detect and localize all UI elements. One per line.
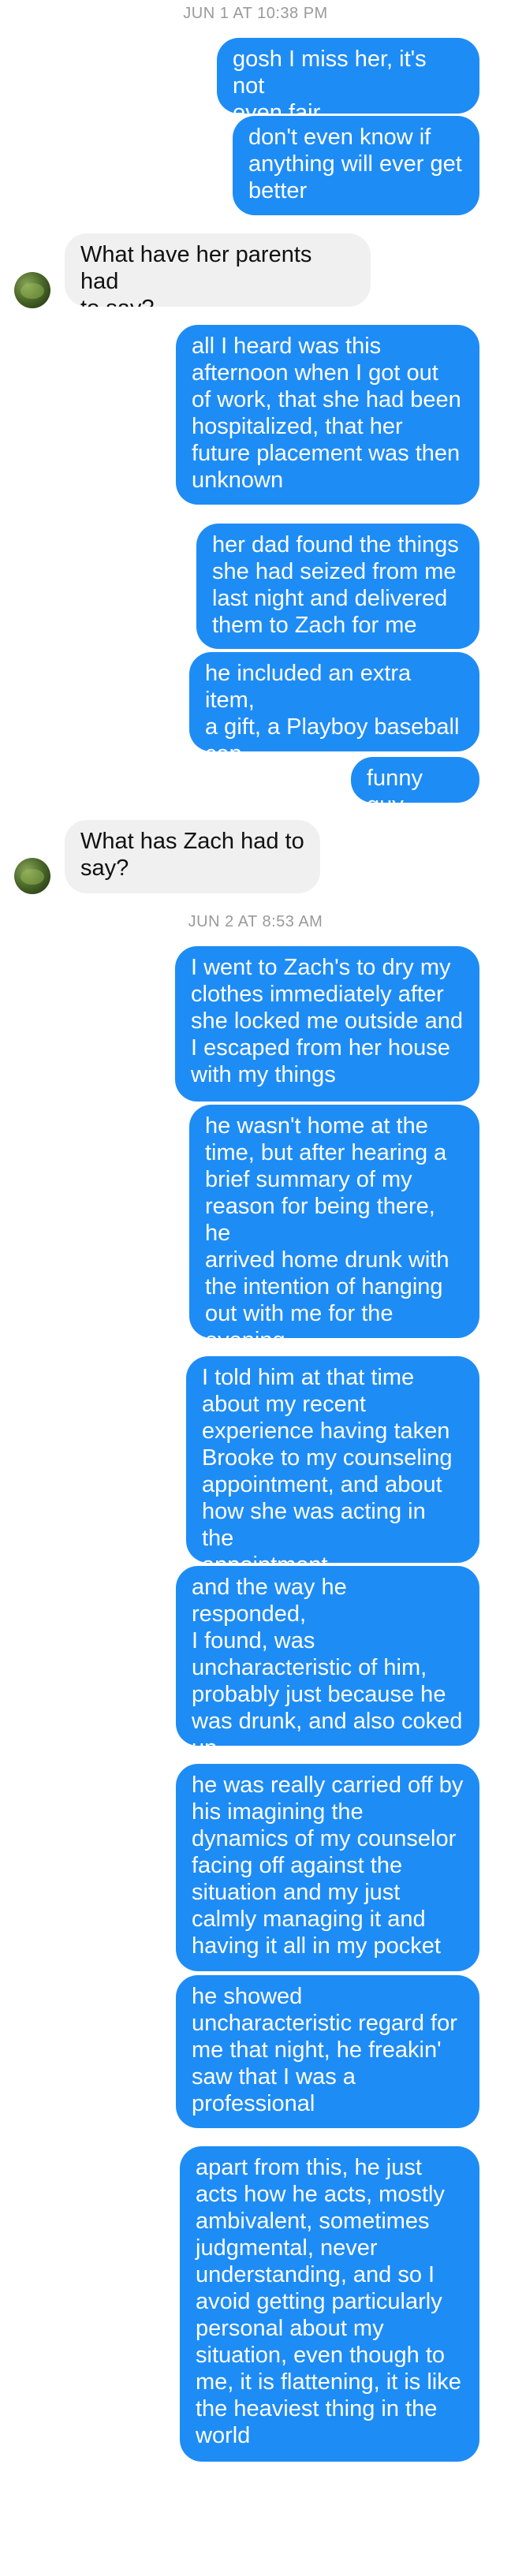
sent-message-bubble[interactable]: funny guy xyxy=(351,757,479,803)
timestamp: JUN 2 AT 8:53 AM xyxy=(188,913,323,930)
sent-message-bubble[interactable]: her dad found the things she had seized … xyxy=(196,524,479,649)
received-message-bubble[interactable]: What has Zach had to say? xyxy=(65,820,320,893)
sent-message-bubble[interactable]: I told him at that time about my recent … xyxy=(186,1356,479,1563)
sent-message-bubble[interactable]: he included an extra item, a gift, a Pla… xyxy=(189,652,479,751)
sent-message-bubble[interactable]: gosh I miss her, it's not even fair xyxy=(217,38,479,114)
sent-message-bubble[interactable]: I went to Zach's to dry my clothes immed… xyxy=(175,946,479,1102)
contact-avatar[interactable] xyxy=(14,272,50,308)
sent-message-bubble[interactable]: all I heard was this afternoon when I go… xyxy=(176,325,479,505)
sent-message-bubble[interactable]: he showed uncharacteristic regard for me… xyxy=(176,1975,479,2128)
contact-avatar[interactable] xyxy=(14,858,50,894)
message-thread: JUN 1 AT 10:38 PM gosh I miss her, it's … xyxy=(0,0,511,2576)
timestamp: JUN 1 AT 10:38 PM xyxy=(183,5,328,22)
received-message-bubble[interactable]: What have her parents had to say? xyxy=(65,233,371,307)
sent-message-bubble[interactable]: he was really carried off by his imagini… xyxy=(176,1764,479,1971)
sent-message-bubble[interactable]: and the way he responded, I found, was u… xyxy=(176,1566,479,1746)
sent-message-bubble[interactable]: he wasn't home at the time, but after he… xyxy=(189,1105,479,1338)
sent-message-bubble[interactable]: don't even know if anything will ever ge… xyxy=(233,116,479,215)
sent-message-bubble[interactable]: apart from this, he just acts how he act… xyxy=(180,2146,479,2462)
